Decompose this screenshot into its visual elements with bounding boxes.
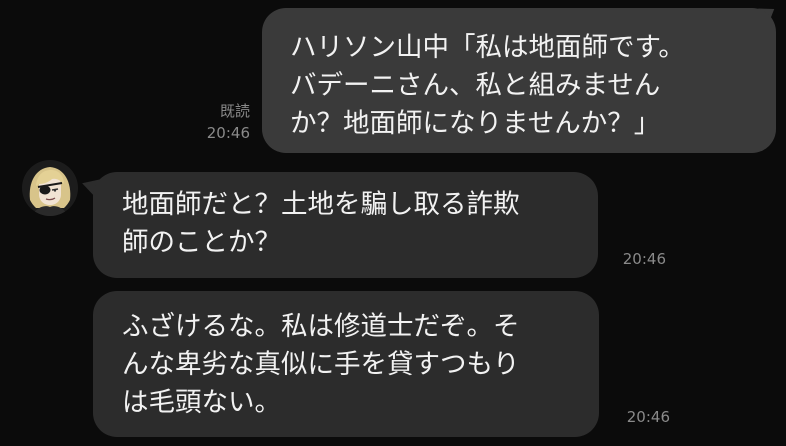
blonde-eyepatch-character-avatar-icon [22,160,78,216]
contact-avatar[interactable] [22,160,78,216]
read-receipt: 既読 [219,102,250,120]
chat-view[interactable]: ハリソン山中「私は地面師です。 バデーニさん、私と組みません か？地面師になりま… [0,0,786,446]
incoming-message-timestamp: 20:46 [622,250,666,268]
incoming-message-timestamp: 20:46 [626,408,670,426]
incoming-message-bubble[interactable]: 地面師だと？土地を騙し取る詐欺 師のことか？ [93,172,598,278]
outgoing-message-timestamp: 20:46 [206,124,250,142]
outgoing-message-bubble[interactable]: ハリソン山中「私は地面師です。 バデーニさん、私と組みません か？地面師になりま… [262,8,776,153]
incoming-message-bubble[interactable]: ふざけるな。私は修道士だぞ。そ んな卑劣な真似に手を貸すつもり は毛頭ない。 [93,291,599,437]
